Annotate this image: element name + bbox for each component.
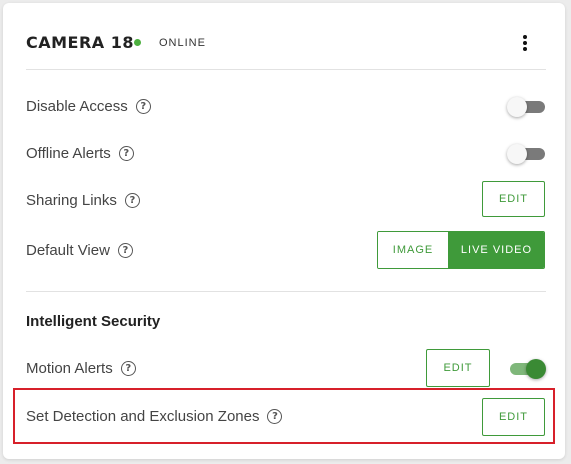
default-view-selector: IMAGE LIVE VIDEO <box>377 231 545 269</box>
online-status-dot-icon <box>134 39 141 46</box>
camera-name: CAMERA 18 <box>26 33 135 52</box>
help-icon[interactable]: ? <box>124 193 140 208</box>
default-view-label: Default View <box>26 242 110 259</box>
toggle-knob <box>507 97 527 117</box>
sharing-links-edit-button[interactable]: EDIT <box>482 181 545 217</box>
motion-alerts-edit-button[interactable]: EDIT <box>426 349 490 387</box>
default-view-row: Default View ? <box>26 242 133 259</box>
header-divider <box>26 69 546 70</box>
camera-header: CAMERA 18 ONLINE <box>3 3 565 70</box>
help-icon[interactable]: ? <box>135 99 151 114</box>
disable-access-toggle[interactable] <box>507 97 545 117</box>
help-icon[interactable]: ? <box>118 146 134 161</box>
disable-access-row: Disable Access ? <box>26 98 151 115</box>
highlight-annotation-box <box>13 388 555 444</box>
image-view-option[interactable]: IMAGE <box>378 232 449 268</box>
sharing-links-row: Sharing Links ? <box>26 192 140 209</box>
status-text: ONLINE <box>159 37 206 49</box>
sharing-links-label: Sharing Links <box>26 192 117 209</box>
motion-alerts-row: Motion Alerts ? <box>26 360 136 377</box>
offline-alerts-label: Offline Alerts <box>26 145 111 162</box>
intelligent-security-heading: Intelligent Security <box>26 313 161 330</box>
more-options-icon[interactable] <box>515 33 535 55</box>
help-icon[interactable]: ? <box>117 243 133 258</box>
help-icon[interactable]: ? <box>120 361 136 376</box>
offline-alerts-toggle[interactable] <box>507 144 545 164</box>
toggle-knob <box>526 359 546 379</box>
disable-access-label: Disable Access <box>26 98 128 115</box>
toggle-knob <box>507 144 527 164</box>
motion-alerts-toggle[interactable] <box>510 359 546 379</box>
motion-alerts-label: Motion Alerts <box>26 360 113 377</box>
live-video-view-option[interactable]: LIVE VIDEO <box>449 232 544 268</box>
section-divider <box>26 291 546 292</box>
offline-alerts-row: Offline Alerts ? <box>26 145 134 162</box>
